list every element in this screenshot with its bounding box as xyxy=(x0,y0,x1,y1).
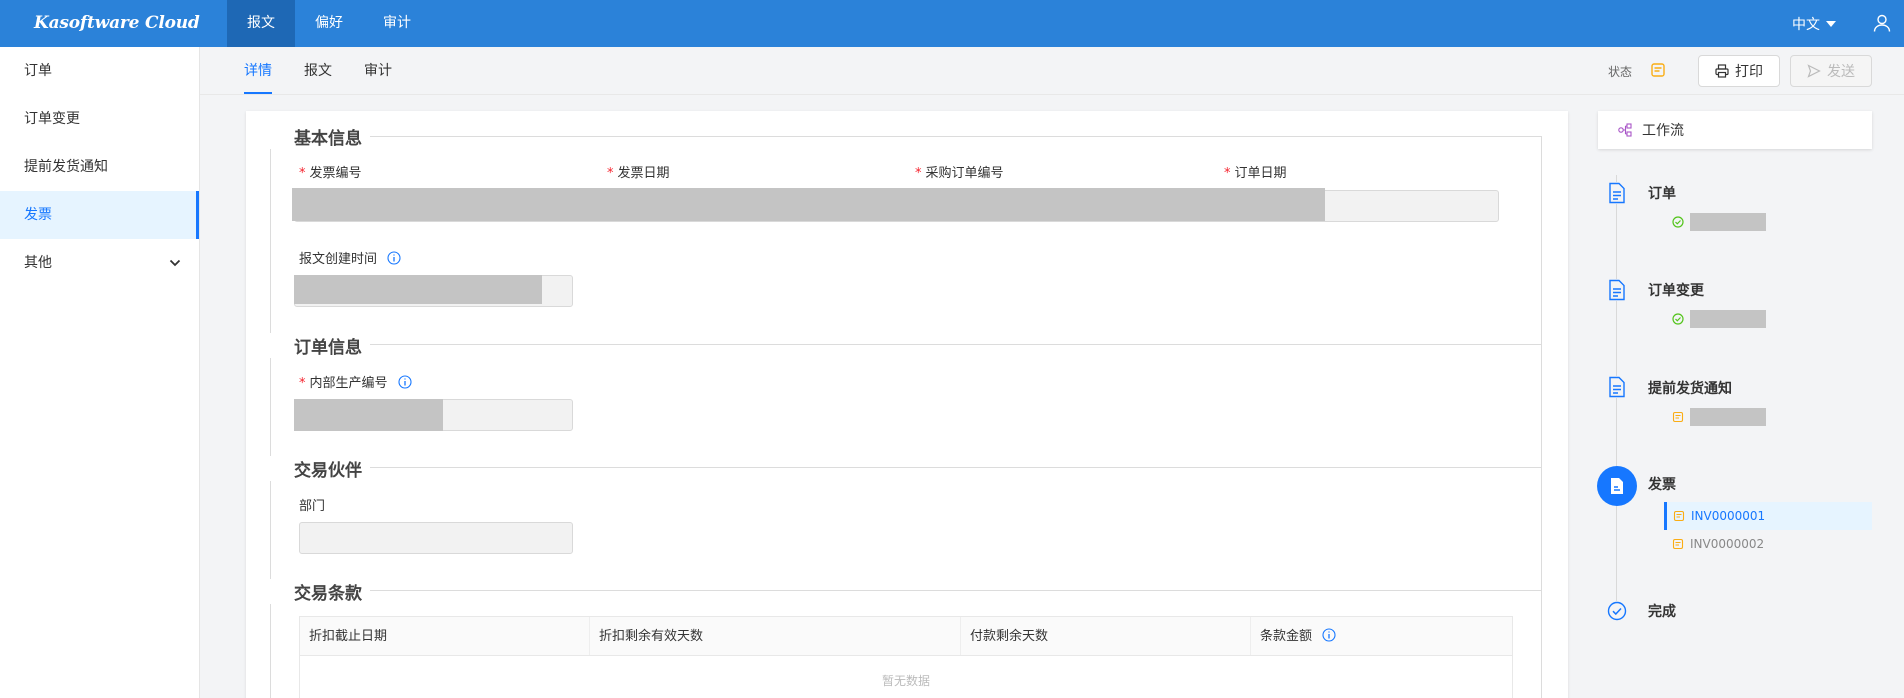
workflow-icon xyxy=(1618,123,1632,137)
sidebar-item-label: 订单变更 xyxy=(24,111,80,127)
sidebar-item-label: 其他 xyxy=(24,255,52,271)
workflow-doc-item-active[interactable]: INV0000001 xyxy=(1664,502,1872,530)
department-label: 部门 xyxy=(299,499,326,514)
column-header: 折扣剩余有效天数 xyxy=(590,617,961,655)
redacted-value xyxy=(294,275,542,304)
pending-icon xyxy=(1672,538,1684,550)
empty-state: 暂无数据 xyxy=(881,674,930,688)
section-divider xyxy=(270,590,1542,591)
workflow-step-asn: 提前发货通知 xyxy=(1648,381,1732,397)
pending-status-icon xyxy=(1651,63,1665,77)
language-selector[interactable]: 中文 xyxy=(1792,14,1836,34)
top-nav: 报文 偏好 审计 xyxy=(227,0,431,47)
topnav-messages[interactable]: 报文 xyxy=(227,0,295,47)
pending-icon xyxy=(1673,510,1685,522)
send-label: 发送 xyxy=(1827,64,1855,80)
sidebar-item-order-change[interactable]: 订单变更 xyxy=(0,95,199,143)
section-title-basic: 基本信息 xyxy=(270,124,370,149)
pending-icon xyxy=(1672,411,1684,423)
workflow-header: 工作流 xyxy=(1598,111,1872,149)
chevron-down-icon xyxy=(169,259,181,267)
sidebar-item-label: 发票 xyxy=(24,207,52,223)
redacted-value xyxy=(1690,213,1766,231)
department-field[interactable] xyxy=(299,522,573,554)
workflow-step-order: 订单 xyxy=(1648,186,1676,202)
column-header: 条款金额 xyxy=(1251,617,1512,655)
section-title-terms: 交易条款 xyxy=(270,579,370,604)
table-header: 折扣截止日期 折扣剩余有效天数 付款剩余天数 条款金额 xyxy=(300,617,1512,656)
print-label: 打印 xyxy=(1735,64,1763,80)
user-icon[interactable] xyxy=(1872,13,1892,33)
printer-icon xyxy=(1715,64,1729,78)
language-label: 中文 xyxy=(1792,17,1820,33)
invoice-date-label: * 发票日期 xyxy=(607,166,670,181)
tab-audit[interactable]: 审计 xyxy=(364,47,392,94)
check-circle-icon xyxy=(1672,313,1684,325)
tab-message[interactable]: 报文 xyxy=(304,47,332,94)
document-icon xyxy=(1607,182,1627,204)
tab-divider xyxy=(200,94,1904,95)
invoice-doc-id: INV0000001 xyxy=(1691,509,1766,523)
info-icon[interactable] xyxy=(387,251,401,265)
info-icon[interactable] xyxy=(398,375,412,389)
workflow-doc-item[interactable] xyxy=(1664,403,1872,431)
sidebar-item-label: 订单 xyxy=(24,63,52,79)
tab-details[interactable]: 详情 xyxy=(244,47,272,94)
send-button[interactable]: 发送 xyxy=(1790,55,1872,87)
workflow-step-order-change: 订单变更 xyxy=(1648,283,1704,299)
send-icon xyxy=(1807,64,1821,78)
print-button[interactable]: 打印 xyxy=(1698,55,1780,87)
caret-down-icon xyxy=(1826,21,1836,27)
invoice-doc-id: INV0000002 xyxy=(1690,537,1765,551)
workflow-doc-item[interactable] xyxy=(1664,208,1872,236)
created-time-label: 报文创建时间 xyxy=(299,248,401,267)
workflow-title: 工作流 xyxy=(1642,123,1684,139)
workflow-doc-item[interactable]: INV0000002 xyxy=(1664,530,1872,558)
redacted-value xyxy=(1690,408,1766,426)
terms-table: 折扣截止日期 折扣剩余有效天数 付款剩余天数 条款金额 暂无数据 xyxy=(299,616,1513,698)
topnav-preferences[interactable]: 偏好 xyxy=(295,0,363,47)
top-bar: Kasoftware Cloud 报文 偏好 审计 中文 xyxy=(0,0,1904,47)
redacted-value xyxy=(294,399,443,431)
sidebar-item-other[interactable]: 其他 xyxy=(0,239,199,287)
redacted-value xyxy=(1690,310,1766,328)
column-header: 折扣截止日期 xyxy=(300,617,590,655)
section-title-partner: 交易伙伴 xyxy=(270,456,370,481)
detail-tabs: 详情 报文 审计 xyxy=(244,47,392,94)
document-icon xyxy=(1607,376,1627,398)
invoice-number-label: * 发票编号 xyxy=(299,166,362,181)
section-divider xyxy=(270,467,1542,468)
brand-logo: Kasoftware Cloud xyxy=(34,13,200,33)
sidebar: 订单 订单变更 提前发货通知 发票 其他 xyxy=(0,47,200,698)
active-step-indicator xyxy=(1597,466,1637,506)
info-icon[interactable] xyxy=(1322,628,1336,642)
invoice-document-icon xyxy=(1611,478,1623,494)
sidebar-item-invoice[interactable]: 发票 xyxy=(0,191,199,239)
check-circle-icon xyxy=(1672,216,1684,228)
internal-number-label: * 内部生产编号 xyxy=(299,372,412,391)
order-date-label: * 订单日期 xyxy=(1224,166,1287,181)
topnav-audit[interactable]: 审计 xyxy=(363,0,431,47)
column-header: 付款剩余天数 xyxy=(961,617,1251,655)
workflow-step-invoice: 发票 xyxy=(1648,477,1676,493)
redacted-values xyxy=(292,188,1325,221)
sidebar-item-order[interactable]: 订单 xyxy=(0,47,199,95)
sidebar-item-asn[interactable]: 提前发货通知 xyxy=(0,143,199,191)
status-label: 状态 xyxy=(1608,65,1633,79)
po-number-label: * 采购订单编号 xyxy=(915,166,1004,181)
section-title-order: 订单信息 xyxy=(270,333,370,358)
check-circle-icon xyxy=(1607,601,1627,621)
workflow-doc-item[interactable] xyxy=(1664,305,1872,333)
sidebar-item-label: 提前发货通知 xyxy=(24,159,108,175)
document-icon xyxy=(1607,279,1627,301)
workflow-step-complete: 完成 xyxy=(1648,604,1676,620)
section-divider xyxy=(270,344,1542,345)
